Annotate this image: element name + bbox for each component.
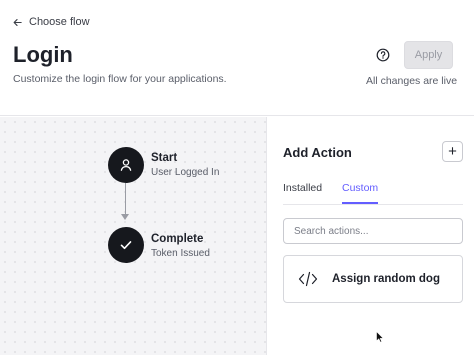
action-card-label: Assign random dog — [332, 273, 440, 285]
search-actions-input[interactable] — [283, 218, 463, 244]
mouse-pointer-icon — [376, 331, 384, 343]
page-subtitle: Customize the login flow for your applic… — [13, 73, 227, 85]
page-title: Login — [13, 42, 73, 67]
complete-node-subtitle: Token Issued — [151, 248, 210, 259]
active-tab-indicator — [342, 202, 378, 204]
arrow-down-icon — [121, 214, 129, 220]
flow-connector — [125, 183, 126, 217]
add-action-button[interactable]: + — [442, 141, 463, 162]
tab-divider — [283, 204, 463, 205]
arrow-left-icon — [13, 18, 22, 26]
tab-installed[interactable]: Installed — [283, 182, 322, 194]
start-node-subtitle: User Logged In — [151, 167, 220, 178]
start-node[interactable] — [108, 147, 144, 183]
complete-node[interactable] — [108, 227, 144, 263]
tab-custom[interactable]: Custom — [342, 182, 378, 194]
complete-node-title: Complete — [151, 233, 204, 245]
apply-button[interactable]: Apply — [404, 41, 453, 69]
action-card[interactable]: Assign random dog — [283, 255, 463, 303]
panel-title: Add Action — [283, 145, 352, 160]
back-link[interactable]: Choose flow — [12, 16, 90, 28]
check-icon — [120, 241, 132, 250]
code-icon — [298, 271, 318, 287]
help-circle-icon[interactable] — [376, 48, 390, 62]
user-icon — [120, 159, 132, 171]
back-link-label: Choose flow — [29, 16, 90, 28]
start-node-title: Start — [151, 152, 178, 164]
status-text: All changes are live — [366, 75, 458, 87]
